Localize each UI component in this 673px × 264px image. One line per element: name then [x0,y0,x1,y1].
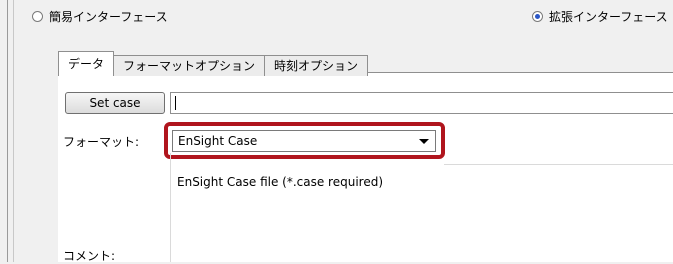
radio-extended-label: 拡張インターフェース [549,10,668,24]
text-caret [175,96,176,110]
tab-time-options[interactable]: 時刻オプション [264,55,369,76]
highlight-annotation [164,122,445,159]
radio-simple-label: 簡易インターフェース [49,10,168,24]
tab-format-options[interactable]: フォーマットオプション [113,55,266,76]
divider-vertical [170,153,171,262]
left-border-inner [13,0,14,262]
format-label: フォーマット: [63,135,140,149]
radio-simple-circle[interactable] [32,11,43,22]
comment-label: コメント: [63,249,116,263]
interface-mode-group: 簡易インターフェース 拡張インターフェース [32,8,673,28]
format-description: EnSight Case file (*.case required) [177,175,384,189]
tab-strip: データ フォーマットオプション 時刻オプション [58,51,369,76]
case-path-input[interactable] [170,92,673,114]
radio-extended-circle[interactable] [532,11,543,22]
tab-data[interactable]: データ [58,51,115,76]
radio-extended-interface[interactable]: 拡張インターフェース [532,8,668,25]
set-case-button[interactable]: Set case [65,92,165,114]
divider-horizontal [444,164,673,165]
radio-simple-interface[interactable]: 簡易インターフェース [32,8,168,25]
left-border [7,0,8,262]
